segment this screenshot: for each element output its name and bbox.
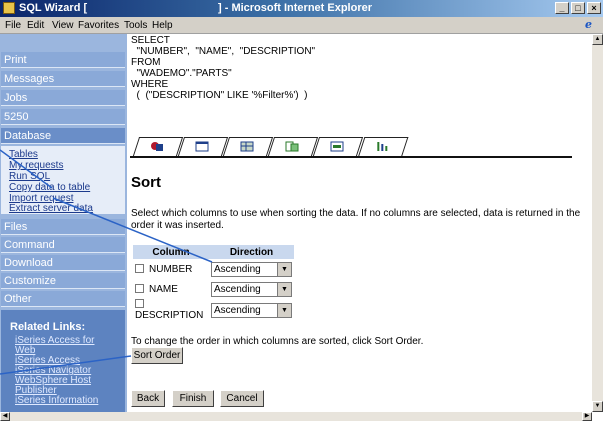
menu-favorites[interactable]: Favorites	[78, 20, 119, 31]
main-content: SELECT "NUMBER", "NAME", "DESCRIPTION" F…	[127, 34, 592, 412]
sort-icon	[377, 142, 388, 151]
menu-tools[interactable]: Tools	[124, 20, 147, 31]
column-checkbox[interactable]	[135, 263, 144, 273]
filter-icon	[330, 141, 344, 152]
direction-header: Direction	[209, 245, 294, 259]
select-value: Ascending	[214, 304, 261, 316]
page-title: Sort	[131, 174, 161, 191]
column-checkbox[interactable]	[135, 299, 144, 308]
nav-item-5250[interactable]: 5250	[1, 109, 125, 125]
menu-help[interactable]: Help	[152, 20, 173, 31]
chevron-down-icon: ▼	[277, 262, 291, 276]
back-button[interactable]: Back	[131, 390, 165, 407]
vertical-scrollbar[interactable]: ▲ ▼	[592, 34, 603, 412]
related-links-heading: Related Links:	[10, 321, 86, 333]
select-value: Ascending	[214, 263, 261, 275]
direction-select[interactable]: Ascending ▼	[211, 261, 292, 277]
cancel-button[interactable]: Cancel	[220, 390, 264, 407]
direction-select[interactable]: Ascending ▼	[211, 281, 292, 297]
sheet-icon	[151, 142, 163, 151]
sub-link-copy-data[interactable]: Copy data to table	[9, 182, 90, 193]
column-checkbox[interactable]	[135, 283, 144, 293]
scroll-right-icon[interactable]: ▶	[582, 412, 592, 421]
tab-summary[interactable]	[132, 137, 184, 156]
column-name: NUMBER	[149, 263, 193, 275]
database-submenu: Tables My requests Run SQL Copy data to …	[1, 146, 125, 214]
table-icon	[195, 141, 209, 152]
table-row: NUMBER Ascending ▼	[133, 259, 294, 279]
tab-joins[interactable]	[267, 137, 319, 156]
select-value: Ascending	[214, 283, 261, 295]
nav-item-command[interactable]: Command	[1, 237, 125, 253]
close-button[interactable]: ×	[587, 2, 601, 14]
ie-logo-icon: e	[585, 18, 592, 31]
scroll-up-icon[interactable]: ▲	[592, 34, 603, 45]
wizard-tabs	[130, 136, 572, 160]
sql-statement: SELECT "NUMBER", "NAME", "DESCRIPTION" F…	[131, 35, 316, 101]
column-name: DESCRIPTION	[135, 310, 204, 321]
menu-view[interactable]: View	[52, 20, 74, 31]
nav-item-download[interactable]: Download	[1, 255, 125, 271]
tab-columns[interactable]	[222, 137, 274, 156]
sub-link-run-sql[interactable]: Run SQL	[9, 171, 50, 182]
menu-bar: File Edit View Favorites Tools Help e	[0, 17, 603, 34]
chevron-down-icon: ▼	[277, 282, 291, 296]
column-name: NAME	[149, 283, 178, 295]
sort-table: Column Direction NUMBER Ascending ▼ NAME …	[133, 245, 294, 321]
grid-icon	[240, 141, 254, 152]
scroll-left-icon[interactable]: ◀	[0, 412, 10, 421]
maximize-button[interactable]: □	[571, 2, 585, 14]
menu-file[interactable]: File	[5, 20, 21, 31]
sub-link-extract-server-data[interactable]: Extract server data	[9, 203, 93, 214]
join-icon	[285, 141, 299, 152]
minimize-button[interactable]: _	[555, 2, 569, 14]
tab-sort[interactable]	[357, 137, 409, 158]
sub-link-tables[interactable]: Tables	[9, 149, 38, 160]
sort-description: Select which columns to use when sorting…	[131, 208, 581, 231]
nav-item-files[interactable]: Files	[1, 219, 125, 235]
sort-order-button[interactable]: Sort Order	[131, 347, 183, 364]
left-nav: Print Messages Jobs 5250 Database Tables…	[0, 34, 127, 412]
table-row: NAME Ascending ▼	[133, 279, 294, 299]
chevron-down-icon: ▼	[277, 303, 291, 317]
table-row: DESCRIPTION Ascending ▼	[133, 299, 294, 321]
nav-item-customize[interactable]: Customize	[1, 273, 125, 289]
tab-underline	[130, 156, 572, 158]
sql-wizard-icon	[3, 2, 15, 14]
title-bar: SQL Wizard [ ] - Microsoft Internet Expl…	[0, 0, 603, 17]
menu-edit[interactable]: Edit	[27, 20, 44, 31]
nav-item-print[interactable]: Print	[1, 52, 125, 68]
tab-tables[interactable]	[177, 137, 229, 156]
nav-item-other[interactable]: Other	[1, 291, 125, 307]
window-title: SQL Wizard [	[19, 2, 88, 14]
window-title-suffix: ] - Microsoft Internet Explorer	[218, 2, 373, 14]
nav-item-messages[interactable]: Messages	[1, 71, 125, 87]
related-links-panel: Related Links: iSeries Access for Web iS…	[1, 310, 125, 412]
sort-order-note: To change the order in which columns are…	[131, 336, 424, 347]
direction-select[interactable]: Ascending ▼	[211, 302, 292, 318]
horizontal-scrollbar[interactable]: ◀ ▶	[0, 412, 592, 421]
sub-link-my-requests[interactable]: My requests	[9, 160, 63, 171]
related-link[interactable]: iSeries Information	[15, 396, 98, 406]
nav-item-database[interactable]: Database	[1, 128, 125, 144]
nav-item-jobs[interactable]: Jobs	[1, 90, 125, 106]
finish-button[interactable]: Finish	[172, 390, 214, 407]
tab-conditions[interactable]	[312, 137, 364, 156]
scroll-down-icon[interactable]: ▼	[592, 401, 603, 412]
column-header: Column	[133, 245, 209, 259]
